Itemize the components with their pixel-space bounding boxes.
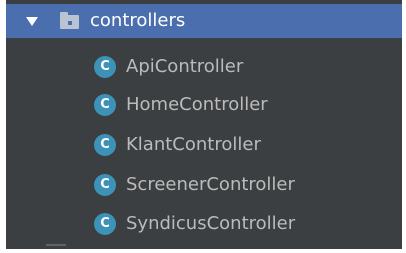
tree-item-screener-controller[interactable]: C ScreenerController (6, 168, 402, 202)
class-icon: C (94, 56, 116, 78)
tree-item-home-controller[interactable]: C HomeController (6, 88, 402, 122)
class-icon: C (94, 174, 116, 196)
tree-folder-controllers[interactable]: controllers (6, 4, 402, 38)
project-tree-panel: controllers C ApiController C HomeContro… (6, 0, 402, 249)
tree-item-label: ScreenerController (126, 174, 295, 195)
tree-item-klant-controller[interactable]: C KlantController (6, 128, 402, 162)
class-icon: C (94, 94, 116, 116)
folder-label: controllers (90, 10, 186, 31)
class-icon: C (94, 134, 116, 156)
tree-item-api-controller[interactable]: C ApiController (6, 50, 402, 84)
tree-item-label: SyndicusController (126, 213, 296, 234)
tree-item-syndicus-controller[interactable]: C SyndicusController (6, 207, 402, 241)
expand-arrow-icon[interactable] (26, 16, 38, 26)
tree-item-label: KlantController (126, 134, 261, 155)
folder-icon (60, 12, 79, 29)
tree-item-label: HomeController (126, 94, 268, 115)
tree-item-label: ApiController (126, 56, 244, 77)
class-icon: C (94, 213, 116, 235)
partial-next-row (46, 244, 66, 249)
